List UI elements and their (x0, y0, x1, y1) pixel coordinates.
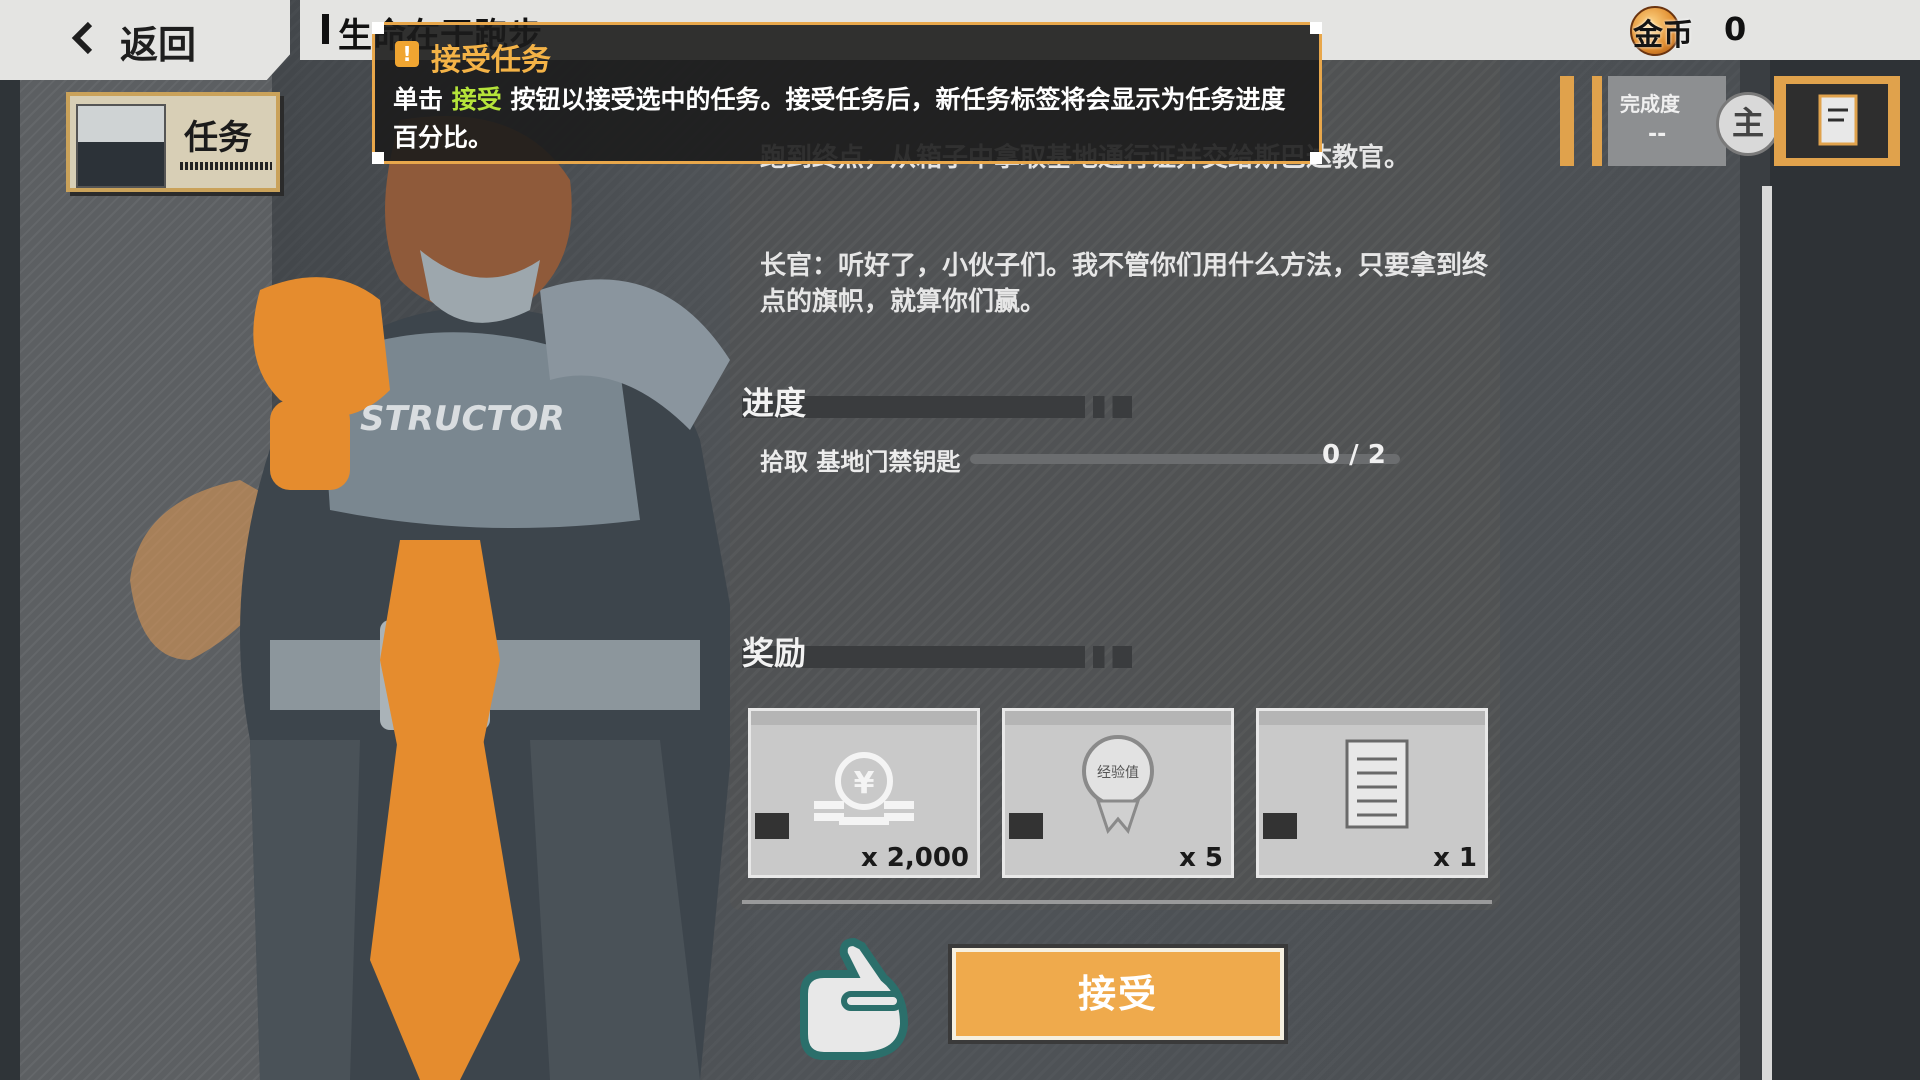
exp-medal-text: 经验值 (1097, 765, 1139, 781)
document-icon (1345, 739, 1409, 829)
completion-widget: 完成度 -- 主 (1560, 76, 1900, 166)
svg-text:¥: ¥ (854, 766, 875, 801)
warning-icon: ! (395, 41, 419, 67)
progress-heading: 进度 (742, 384, 807, 422)
instructor-character: STRUCTOR U3 (130, 116, 740, 1080)
reward-quantity: x 2,000 (860, 843, 969, 873)
completion-value: -- (1648, 122, 1667, 147)
tooltip-body: 单击 接受 按钮以接受选中的任务。接受任务后，新任务标签将会显示为任务进度百分比… (393, 81, 1309, 157)
bind-badge-icon (755, 813, 789, 839)
currency-value: 0 (1724, 10, 1747, 48)
widget-accent (1560, 76, 1574, 166)
pointing-hand-icon (800, 937, 909, 1060)
reward-item-coins[interactable]: ¥ x 2,000 (748, 708, 980, 878)
chevron-left-icon (71, 21, 93, 55)
tooltip-corner (372, 22, 384, 34)
journal-icon (1786, 84, 1888, 158)
main-quest-button[interactable]: 主 (1716, 92, 1780, 156)
bind-badge-icon (1009, 813, 1043, 839)
back-button[interactable]: 返回 (0, 0, 290, 80)
back-label: 返回 (120, 23, 197, 67)
quest-dialogue: 长官：听好了，小伙子们。我不管你们用什么方法，只要拿到终点的旗帜，就算你们赢。 (760, 251, 1489, 317)
quest-detail-panel: 跑到终点，从箱子中拿取基地通行证并交给斯巴达教官。 长官：听好了，小伙子们。我不… (730, 60, 1500, 910)
reward-strip (751, 711, 977, 725)
tab-tasks[interactable]: 任务 (66, 92, 280, 192)
tooltip-corner (1310, 22, 1322, 34)
tab-stripe (180, 162, 272, 170)
tooltip-title: 接受任务 (431, 43, 551, 78)
coin-stack-icon: ¥ (814, 752, 914, 825)
scrollbar[interactable] (1762, 186, 1772, 1080)
completion-label: 完成度 (1620, 92, 1680, 116)
objective-label: 拾取 基地门禁钥匙 (760, 448, 961, 476)
reward-item-document[interactable]: x 1 (1256, 708, 1488, 878)
reward-quantity: x 5 (1179, 843, 1223, 873)
tooltip-corner (1310, 152, 1322, 164)
bind-badge-icon (1263, 813, 1297, 839)
tooltip-body-text: 按钮以接受选中的任务。接受任务后，新任务标签将会显示为任务进度百分比。 (393, 85, 1286, 152)
panel-divider (742, 900, 1492, 904)
title-marker (322, 14, 329, 44)
reward-strip (1005, 711, 1231, 725)
experience-medal-icon: 经验值 (1082, 735, 1154, 835)
svg-text:STRUCTOR: STRUCTOR (360, 399, 565, 439)
rewards-heading: 奖励 (742, 634, 807, 672)
tooltip-highlight: 接受 (451, 85, 502, 114)
tooltip-body-prefix: 单击 (393, 85, 444, 114)
avatar (76, 104, 166, 188)
reward-item-experience[interactable]: 经验值 x 5 (1002, 708, 1234, 878)
left-edge (0, 0, 20, 1080)
accept-button[interactable]: 接受 (952, 948, 1284, 1040)
journal-button[interactable] (1774, 76, 1900, 166)
widget-accent (1592, 76, 1602, 166)
objective-count: 0 / 2 (1322, 440, 1386, 470)
reward-quantity: x 1 (1433, 843, 1477, 873)
tooltip-corner (372, 152, 384, 164)
tutorial-tooltip: ! 接受任务 单击 接受 按钮以接受选中的任务。接受任务后，新任务标签将会显示为… (372, 22, 1322, 164)
reward-strip (1259, 711, 1485, 725)
tab-tasks-label: 任务 (184, 118, 252, 158)
currency-label: 金币 (1633, 18, 1693, 53)
